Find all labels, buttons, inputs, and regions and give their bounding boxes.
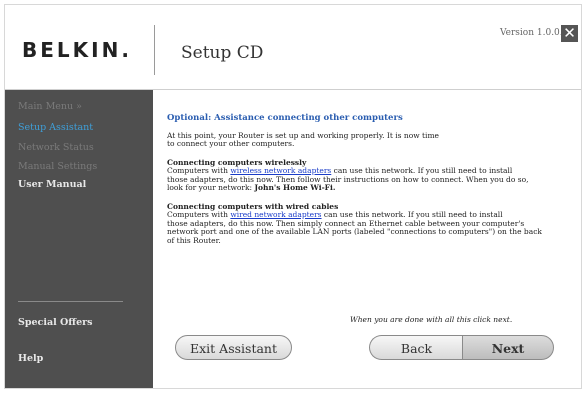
app-window: BELKIN. Setup CD Version 1.0.0.5 ✕ Main … (4, 4, 582, 389)
sidebar-item-help[interactable]: Help (18, 353, 43, 364)
sidebar: Main Menu » Setup Assistant Network Stat… (5, 90, 153, 388)
sidebar-item-network-status[interactable]: Network Status (18, 142, 94, 153)
close-icon: ✕ (563, 24, 576, 42)
back-button[interactable]: Back (369, 335, 463, 360)
page-title: Setup CD (181, 43, 264, 63)
exit-assistant-button[interactable]: Exit Assistant (175, 335, 292, 360)
intro-paragraph: At this point, your Router is set up and… (167, 131, 562, 149)
sidebar-divider (18, 301, 123, 302)
text-span: Computers with (167, 166, 231, 175)
header: BELKIN. Setup CD Version 1.0.0.5 ✕ (5, 5, 581, 90)
header-divider (154, 25, 155, 75)
wired-adapters-link[interactable]: wired network adapters (230, 210, 321, 219)
text-span: can use this network. If you still need … (331, 166, 513, 175)
intro-line: to connect your other computers. (167, 139, 295, 148)
sidebar-item-manual-settings[interactable]: Manual Settings (18, 161, 97, 172)
wireless-line: look for your network: John's Home Wi-Fi… (167, 183, 562, 193)
wired-line: of this Router. (167, 235, 221, 245)
close-button[interactable]: ✕ (561, 25, 578, 42)
sidebar-item-main-menu[interactable]: Main Menu » (18, 101, 82, 112)
next-button[interactable]: Next (462, 335, 554, 360)
text-span: can use this network. If you still need … (321, 210, 503, 219)
belkin-logo: BELKIN. (22, 38, 132, 62)
sidebar-item-user-manual[interactable]: User Manual (18, 179, 86, 190)
version-label: Version 1.0.0.5 (500, 28, 569, 38)
wired-line: network port and one of the available LA… (167, 227, 542, 236)
main-content: Optional: Assistance connecting other co… (167, 114, 562, 255)
next-hint: When you are done with all this click ne… (350, 315, 513, 324)
wired-section: Connecting computers with wired cables C… (167, 202, 562, 246)
wireless-section: Connecting computers wirelessly Computer… (167, 158, 562, 193)
section-heading: Optional: Assistance connecting other co… (167, 113, 403, 123)
text-span: look for your network: (167, 183, 255, 192)
sidebar-item-setup-assistant[interactable]: Setup Assistant (18, 122, 93, 133)
text-span: Computers with (167, 210, 231, 219)
network-name: John's Home Wi-Fi. (254, 183, 336, 192)
sidebar-item-special-offers[interactable]: Special Offers (18, 317, 92, 328)
wireless-adapters-link[interactable]: wireless network adapters (230, 166, 331, 175)
